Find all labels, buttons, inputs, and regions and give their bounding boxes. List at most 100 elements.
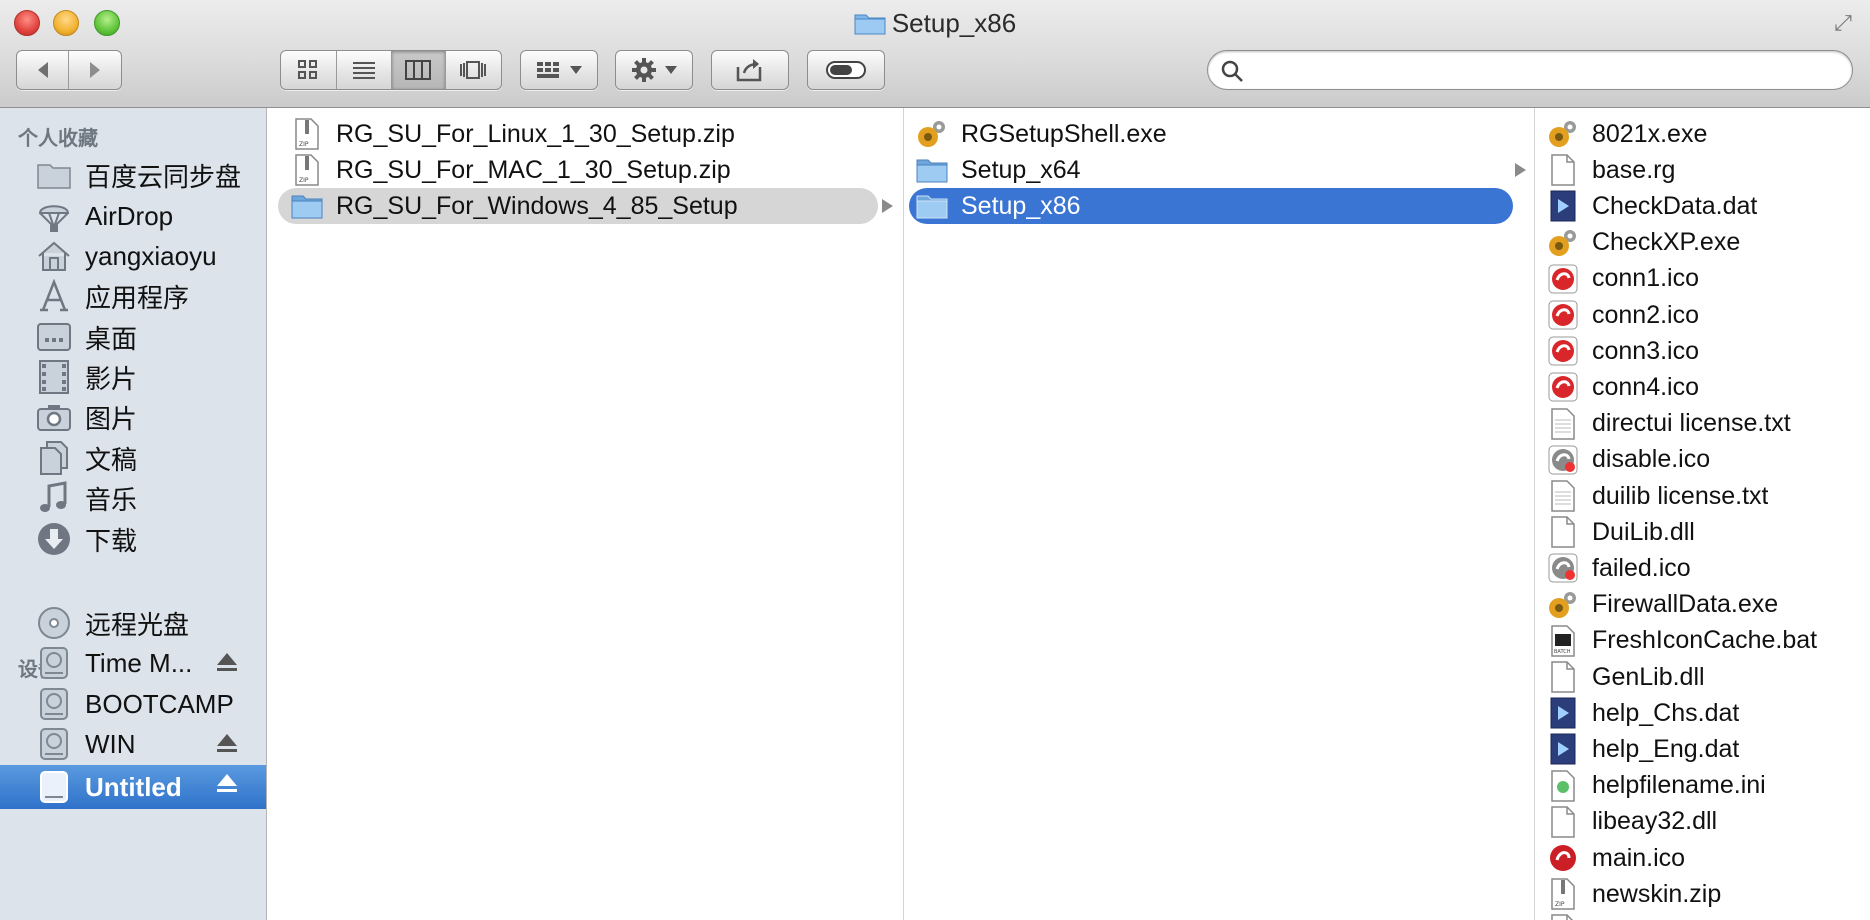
file-row[interactable]: ZIP newskin.zip [1536,876,1870,912]
sidebar-item-downloads[interactable]: 下载 [0,520,266,558]
toggle-button[interactable] [807,50,885,90]
ico-main-icon [1546,841,1580,875]
file-name: duilib license.txt [1592,481,1769,510]
file-row[interactable]: ZIP RG_SU_For_MAC_1_30_Setup.zip [268,152,903,188]
disc-icon [35,604,73,642]
sidebar-item-applications[interactable]: 应用程序 [0,277,266,315]
sidebar-item-desktop[interactable]: 桌面 [0,318,266,356]
sidebar-item-documents[interactable]: 文稿 [0,439,266,477]
file-row[interactable]: BATCH FreshIconCache.bat [1536,623,1870,659]
svg-text:ZIP: ZIP [299,177,309,184]
icon-view-button[interactable] [281,51,337,89]
sidebar-item-movies[interactable]: 影片 [0,358,266,396]
share-icon [736,59,762,82]
file-row[interactable]: directui license.txt [1536,406,1870,442]
action-button[interactable] [615,50,693,90]
column-view-button[interactable] [392,51,446,89]
file-name: failed.ico [1592,553,1691,582]
movie-file-icon [1546,189,1580,223]
sidebar-item-time-machine[interactable]: Time M... [0,644,266,682]
file-row[interactable]: conn4.ico [1536,369,1870,405]
file-row[interactable]: RGSetupShell.exe [905,116,1534,152]
home-icon [35,237,73,275]
svg-text:ZIP: ZIP [299,141,309,148]
sidebar-item-baidu-sync[interactable]: 百度云同步盘 [0,156,266,194]
folder-row[interactable]: Setup_x64 [905,152,1534,188]
eject-icon[interactable] [215,771,239,795]
exe-icon [1546,588,1580,622]
file-name: conn1.ico [1592,264,1700,293]
sidebar-item-home[interactable]: yangxiaoyu [0,237,266,275]
exe-icon [1546,117,1580,151]
coverflow-view-button[interactable] [446,51,501,89]
file-row[interactable]: disable.ico [1536,442,1870,478]
movies-icon [35,358,73,396]
sidebar-item-remote-disc[interactable]: 远程光盘 [0,604,266,642]
disclosure-arrow-icon [882,199,893,213]
airdrop-icon [35,197,73,235]
file-row[interactable]: main.ico [1536,840,1870,876]
file-name: DuiLib.dll [1592,517,1695,546]
file-name: help_Chs.dat [1592,698,1740,727]
sidebar-item-win[interactable]: WIN [0,725,266,763]
file-row[interactable]: help_Chs.dat [1536,695,1870,731]
ico-gray-icon [1546,551,1580,585]
window-title: Setup_x86 [891,8,1017,38]
search-field[interactable] [1207,50,1853,90]
exe-icon [915,117,949,151]
file-row[interactable]: 8021x.exe [1536,116,1870,152]
ico-red-icon [1546,262,1580,296]
file-row[interactable]: conn2.ico [1536,297,1870,333]
columns-icon [405,60,432,80]
sidebar-item-bootcamp[interactable]: BOOTCAMP [0,685,266,723]
file-name: help_Eng.dat [1592,734,1740,763]
search-input[interactable] [1254,56,1834,84]
file-name: conn3.ico [1592,336,1700,365]
back-button[interactable] [17,51,70,89]
folder-row[interactable]: RG_SU_For_Windows_4_85_Setup [268,188,903,224]
gear-icon [632,58,656,82]
list-view-button[interactable] [337,51,392,89]
eject-icon[interactable] [215,650,239,674]
sidebar-item-airdrop[interactable]: AirDrop [0,197,266,235]
text-icon [1546,479,1580,513]
file-row[interactable]: DuiLib.dll [1536,514,1870,550]
file-row[interactable]: base.rg [1536,152,1870,188]
file-row[interactable]: helpfilename.ini [1536,768,1870,804]
icon-grid-icon [298,60,318,79]
file-row[interactable]: failed.ico [1536,550,1870,586]
file-row[interactable]: libeay32.dll [1536,804,1870,840]
chevron-right-icon [90,62,100,78]
documents-icon [35,439,73,477]
ico-red-icon [1546,370,1580,404]
eject-icon[interactable] [215,731,239,755]
file-row[interactable]: CheckXP.exe [1536,225,1870,261]
file-row[interactable]: duilib license.txt [1536,478,1870,514]
file-row[interactable]: ZIP RG_SU_For_Linux_1_30_Setup.zip [268,116,903,152]
share-button[interactable] [711,50,789,90]
desktop-icon [35,318,73,356]
disclosure-arrow-icon [1515,199,1526,213]
folder-row[interactable]: Setup_x86 [905,188,1534,224]
file-row[interactable]: help_Eng.dat [1536,731,1870,767]
sidebar-item-music[interactable]: 音乐 [0,479,266,517]
ico-red-icon [1546,298,1580,332]
file-row[interactable]: CheckData.dat [1536,188,1870,224]
arrange-button[interactable] [520,50,598,90]
sidebar-item-untitled[interactable]: Untitled [0,765,266,809]
browser-column-3: 8021x.exe base.rg CheckData.dat CheckXP.exe… [1536,108,1870,920]
file-row[interactable]: Nic.dll [1536,912,1870,920]
file-name: libeay32.dll [1592,807,1718,836]
doc-icon [1546,153,1580,187]
folder-icon [290,189,324,223]
window-toolbar: Setup_x86 ⤢ [0,0,1870,108]
sidebar-item-pictures[interactable]: 图片 [0,398,266,436]
file-row[interactable]: conn3.ico [1536,333,1870,369]
file-row[interactable]: conn1.ico [1536,261,1870,297]
file-row[interactable]: FirewallData.exe [1536,587,1870,623]
fullscreen-icon[interactable]: ⤢ [1830,10,1856,36]
file-row[interactable]: GenLib.dll [1536,659,1870,695]
file-name: FirewallData.exe [1592,590,1779,619]
zip-icon: ZIP [290,117,324,151]
forward-button[interactable] [69,51,121,89]
